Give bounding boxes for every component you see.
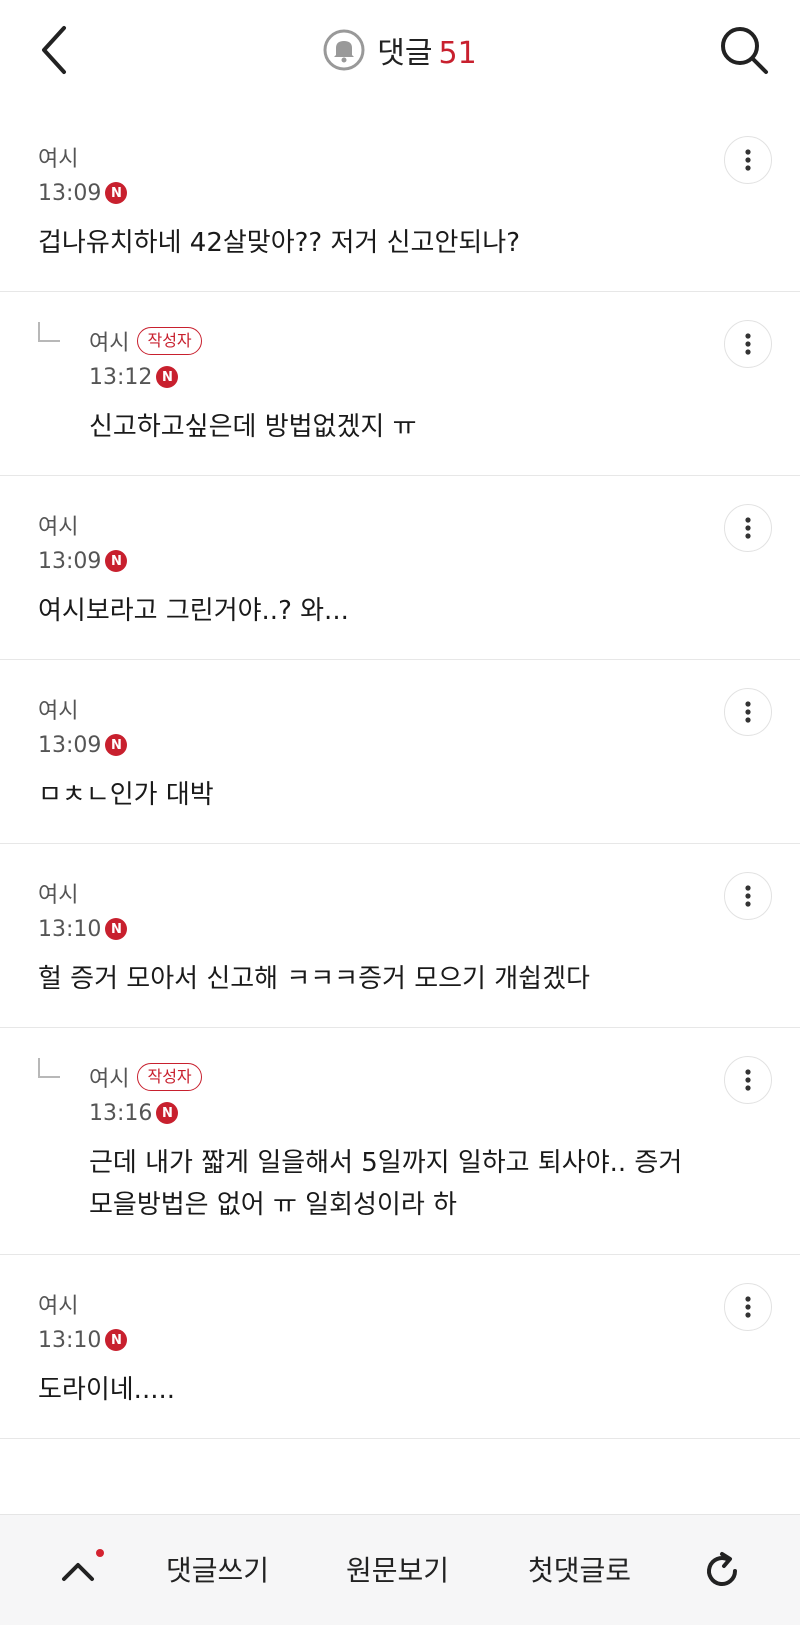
write-comment-button[interactable]: 댓글쓰기: [166, 1551, 269, 1591]
comment-item: 여시 13:09 N ㅁㅊㄴ인가 대박: [0, 660, 800, 844]
new-badge: N: [156, 1102, 179, 1124]
refresh-icon[interactable]: [700, 1549, 744, 1593]
new-badge: N: [105, 1329, 128, 1351]
comment-nickname[interactable]: 여시: [38, 141, 78, 173]
comment-text: 겁나유치하네 42살맞아?? 저거 신고안되나?: [38, 228, 520, 258]
comment-text: ㅁㅊㄴ인가 대박: [38, 780, 214, 810]
comment-nickname[interactable]: 여시: [38, 1288, 78, 1320]
page-title: 댓글 51: [377, 28, 476, 72]
more-vertical-icon: [745, 1069, 751, 1091]
comment-item: 여시 13:09 N 겁나유치하네 42살맞아?? 저거 신고안되나?: [0, 108, 800, 292]
bell-icon[interactable]: [323, 29, 365, 71]
more-options-button[interactable]: [724, 1283, 772, 1331]
more-options-button[interactable]: [724, 136, 772, 184]
comment-item: 여시 13:09 N 여시보라고 그린거야..? 와...: [0, 476, 800, 660]
new-badge: N: [156, 366, 179, 388]
search-icon[interactable]: [716, 22, 772, 78]
comment-time: 13:09: [38, 548, 102, 574]
reply-item: 여시 작성자 13:12 N 신고하고싶은데 방법없겠지 ㅠ: [0, 292, 800, 476]
comment-list: 여시 13:09 N 겁나유치하네 42살맞아?? 저거 신고안되나? 여시 작…: [0, 108, 800, 1439]
more-vertical-icon: [745, 701, 751, 723]
comment-nickname[interactable]: 여시: [38, 509, 78, 541]
new-badge: N: [105, 550, 128, 572]
comment-text: 신고하고싶은데 방법없겠지 ㅠ: [89, 412, 417, 442]
author-badge: 작성자: [137, 1063, 202, 1091]
more-options-button[interactable]: [724, 688, 772, 736]
more-options-button[interactable]: [724, 504, 772, 552]
comment-text: 헐 증거 모아서 신고해 ㅋㅋㅋ증거 모으기 개쉽겠다: [38, 964, 590, 994]
notification-dot: [96, 1549, 104, 1557]
new-badge: N: [105, 734, 128, 756]
new-badge: N: [105, 182, 128, 204]
more-vertical-icon: [745, 517, 751, 539]
comment-time: 13:12: [89, 364, 153, 390]
comment-time: 13:16: [89, 1100, 153, 1126]
title-area: 댓글 51: [0, 28, 800, 72]
more-vertical-icon: [745, 1296, 751, 1318]
view-original-button[interactable]: 원문보기: [346, 1551, 449, 1591]
more-vertical-icon: [745, 333, 751, 355]
more-vertical-icon: [745, 149, 751, 171]
reply-item: 여시 작성자 13:16 N 근데 내가 짧게 일을해서 5일까지 일하고 퇴사…: [0, 1028, 800, 1255]
comment-nickname[interactable]: 여시: [38, 877, 78, 909]
more-vertical-icon: [745, 885, 751, 907]
comment-nickname[interactable]: 여시: [89, 1061, 129, 1093]
comment-text: 도라이네.....: [38, 1375, 176, 1405]
comment-time: 13:10: [38, 916, 102, 942]
more-options-button[interactable]: [724, 320, 772, 368]
comment-time: 13:09: [38, 180, 102, 206]
first-comment-button[interactable]: 첫댓글로: [528, 1551, 631, 1591]
comment-item: 여시 13:10 N 헐 증거 모아서 신고해 ㅋㅋㅋ증거 모으기 개쉽겠다: [0, 844, 800, 1028]
top-header: 댓글 51: [0, 0, 800, 101]
comment-count: 51: [438, 36, 477, 71]
scroll-top-chevron-icon[interactable]: [58, 1551, 98, 1591]
comment-item: 여시 13:10 N 도라이네.....: [0, 1255, 800, 1439]
title-label: 댓글: [377, 36, 433, 71]
comment-nickname[interactable]: 여시: [89, 325, 129, 357]
more-options-button[interactable]: [724, 872, 772, 920]
comment-nickname[interactable]: 여시: [38, 693, 78, 725]
more-options-button[interactable]: [724, 1056, 772, 1104]
author-badge: 작성자: [137, 327, 202, 355]
comment-time: 13:09: [38, 732, 102, 758]
bottom-toolbar: 댓글쓰기 원문보기 첫댓글로: [0, 1514, 800, 1625]
comment-text: 여시보라고 그린거야..? 와...: [38, 596, 349, 626]
new-badge: N: [105, 918, 128, 940]
comment-text: 근데 내가 짧게 일을해서 5일까지 일하고 퇴사야.. 증거 모을방법은 없어…: [89, 1148, 683, 1220]
comment-time: 13:10: [38, 1327, 102, 1353]
